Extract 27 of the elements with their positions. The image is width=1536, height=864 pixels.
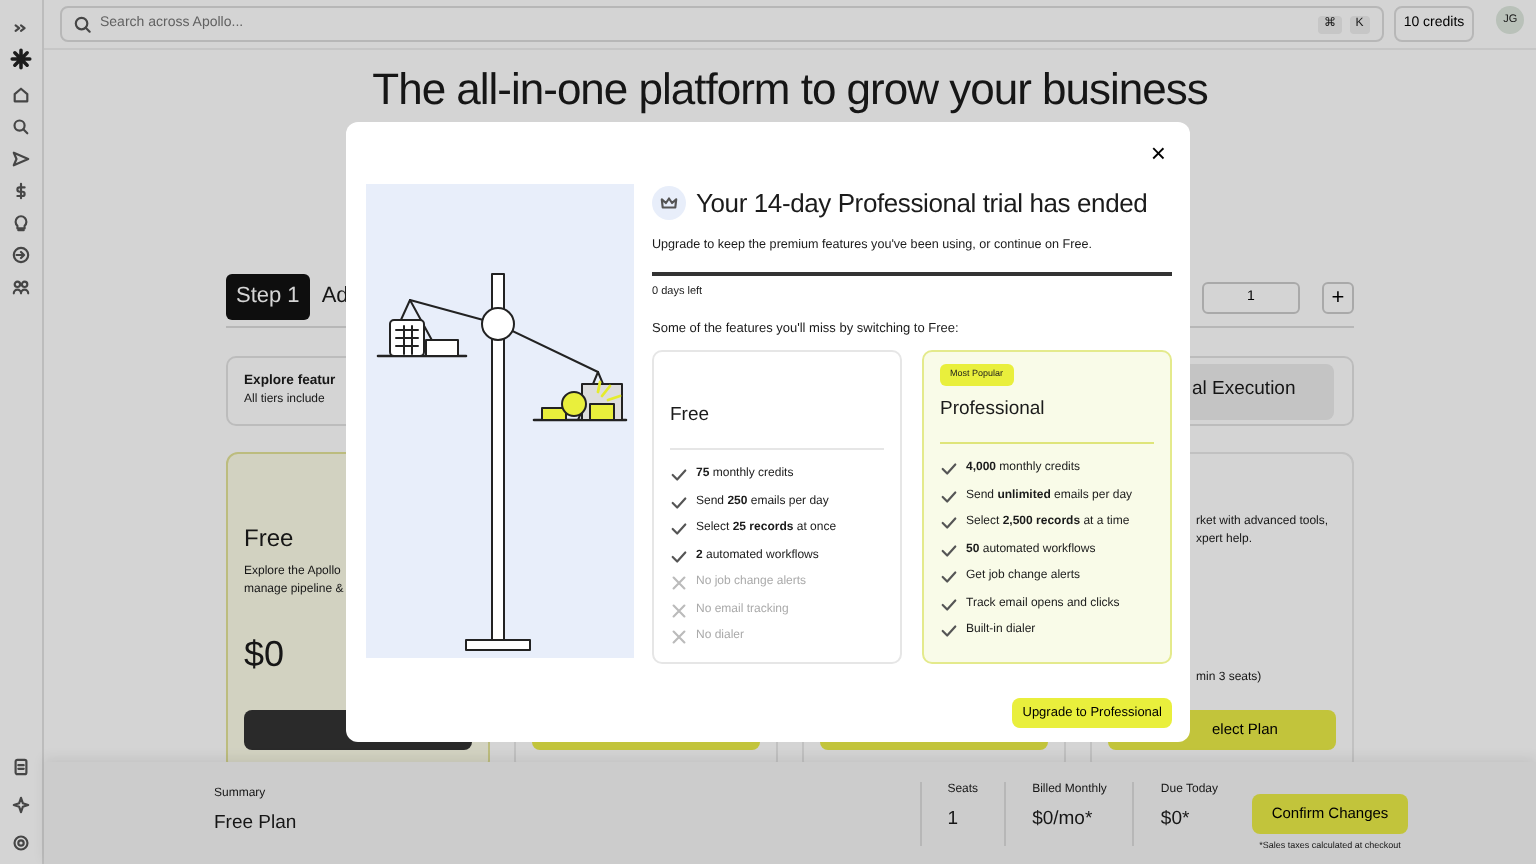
logo-icon[interactable] <box>10 48 32 70</box>
plan-name: Free <box>670 401 712 430</box>
plan-name: Professional <box>940 395 1047 424</box>
plan-name: Free Plan <box>214 810 299 839</box>
bulb-icon[interactable] <box>12 214 30 232</box>
close-button[interactable]: × <box>1146 142 1170 166</box>
home-icon[interactable] <box>12 86 30 104</box>
page-title: The all-in-one platform to grow your business <box>370 64 1210 116</box>
plan-name: Free <box>244 522 296 556</box>
login-icon[interactable] <box>12 246 30 264</box>
step-tab[interactable]: Step 1 <box>226 274 310 320</box>
people-icon[interactable] <box>12 278 30 296</box>
search-icon <box>74 15 92 33</box>
sparkle-icon[interactable] <box>12 796 30 814</box>
stat-value: 1 <box>947 805 961 833</box>
crown-icon <box>652 186 686 221</box>
plan-price: $0 <box>244 632 287 678</box>
stat-value: $0* <box>1160 805 1192 833</box>
search-icon[interactable] <box>12 118 30 136</box>
settings-icon[interactable] <box>12 834 30 852</box>
document-icon[interactable] <box>12 758 30 776</box>
stat-value: $0/mo* <box>1032 805 1095 833</box>
modal-title: Your 14-day Professional trial has ended <box>696 186 1148 222</box>
send-icon[interactable] <box>12 150 30 168</box>
increment-button[interactable]: + <box>1322 281 1354 313</box>
dollar-icon[interactable] <box>12 182 30 200</box>
expand-icon[interactable] <box>12 20 30 38</box>
